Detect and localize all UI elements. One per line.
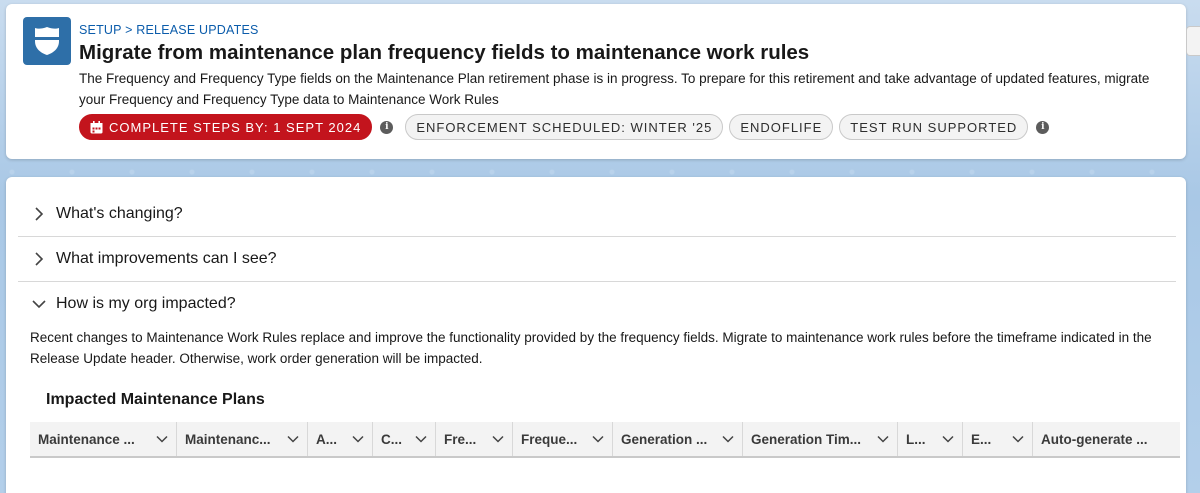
chevron-down-icon[interactable] bbox=[156, 433, 168, 445]
chevron-down-icon[interactable] bbox=[722, 433, 734, 445]
section-org-impact[interactable]: How is my org impacted? bbox=[18, 281, 1176, 327]
side-panel-toggle[interactable] bbox=[1186, 26, 1200, 56]
release-update-header: SETUP > RELEASE UPDATES Migrate from mai… bbox=[6, 4, 1186, 159]
column-label: Generation Tim... bbox=[751, 431, 862, 447]
calendar-icon bbox=[90, 120, 103, 133]
chevron-right-icon bbox=[32, 251, 46, 266]
chevron-down-icon bbox=[32, 297, 46, 311]
breadcrumb[interactable]: SETUP > RELEASE UPDATES bbox=[79, 23, 259, 37]
column-label: E... bbox=[971, 431, 992, 447]
chevron-down-icon[interactable] bbox=[352, 433, 364, 445]
column-label: Fre... bbox=[444, 431, 477, 447]
chevron-right-icon bbox=[32, 206, 46, 221]
column-label: Maintenance ... bbox=[38, 431, 135, 447]
shield-icon bbox=[23, 17, 71, 65]
column-header[interactable]: Auto-generate ... bbox=[1033, 422, 1180, 456]
test-run-badge-label: TEST RUN SUPPORTED bbox=[850, 119, 1018, 135]
section-label: What improvements can I see? bbox=[56, 249, 277, 267]
column-header[interactable]: Fre... bbox=[436, 422, 513, 456]
chevron-down-icon[interactable] bbox=[1012, 433, 1024, 445]
chevron-down-icon[interactable] bbox=[942, 433, 954, 445]
column-label: Auto-generate ... bbox=[1041, 431, 1148, 447]
impact-description: Recent changes to Maintenance Work Rules… bbox=[30, 330, 1152, 366]
chevron-down-icon[interactable] bbox=[415, 433, 427, 445]
column-header[interactable]: C... bbox=[373, 422, 436, 456]
column-header[interactable]: A... bbox=[308, 422, 373, 456]
enforcement-badge-label: ENFORCEMENT SCHEDULED: WINTER '25 bbox=[416, 119, 713, 135]
endoflife-badge: ENDOFLIFE bbox=[729, 114, 834, 140]
chevron-down-icon[interactable] bbox=[877, 433, 889, 445]
section-improvements[interactable]: What improvements can I see? bbox=[18, 236, 1176, 282]
deadline-badge: COMPLETE STEPS BY: 1 SEPT 2024 bbox=[79, 114, 373, 140]
column-label: C... bbox=[381, 431, 403, 447]
chevron-down-icon[interactable] bbox=[287, 433, 299, 445]
page-title: Migrate from maintenance plan frequency … bbox=[79, 41, 810, 64]
column-label: Generation ... bbox=[621, 431, 708, 447]
deadline-badge-label: COMPLETE STEPS BY: 1 SEPT 2024 bbox=[109, 119, 362, 135]
column-header[interactable]: Maintenanc... bbox=[177, 422, 308, 456]
endoflife-badge-label: ENDOFLIFE bbox=[740, 119, 823, 135]
section-label: How is my org impacted? bbox=[56, 295, 236, 312]
column-header[interactable]: E... bbox=[963, 422, 1033, 456]
column-header[interactable]: Freque... bbox=[513, 422, 613, 456]
table-title: Impacted Maintenance Plans bbox=[46, 391, 265, 408]
chevron-down-icon[interactable] bbox=[592, 433, 604, 445]
section-label: What's changing? bbox=[56, 204, 183, 222]
header-description: The Frequency and Frequency Type fields … bbox=[79, 71, 1150, 107]
column-label: A... bbox=[316, 431, 338, 447]
chevron-down-icon[interactable] bbox=[492, 433, 504, 445]
release-update-details: What's changing? What improvements can I… bbox=[6, 177, 1186, 493]
column-label: Maintenanc... bbox=[185, 431, 271, 447]
column-header[interactable]: Maintenance ... bbox=[30, 422, 177, 456]
column-label: L... bbox=[906, 431, 926, 447]
column-header[interactable]: Generation ... bbox=[613, 422, 743, 456]
test-run-badge: TEST RUN SUPPORTED bbox=[839, 114, 1029, 140]
info-icon[interactable]: i bbox=[380, 120, 394, 134]
enforcement-badge: ENFORCEMENT SCHEDULED: WINTER '25 bbox=[405, 114, 724, 140]
section-whats-changing[interactable]: What's changing? bbox=[18, 191, 1176, 237]
column-label: Freque... bbox=[521, 431, 578, 447]
column-header[interactable]: Generation Tim... bbox=[743, 422, 898, 456]
badge-row: COMPLETE STEPS BY: 1 SEPT 2024 i ENFORCE… bbox=[79, 114, 1055, 140]
table-header: Maintenance ... Maintenanc... A... C... … bbox=[30, 422, 1180, 458]
info-icon[interactable]: i bbox=[1036, 120, 1050, 134]
column-header[interactable]: L... bbox=[898, 422, 963, 456]
